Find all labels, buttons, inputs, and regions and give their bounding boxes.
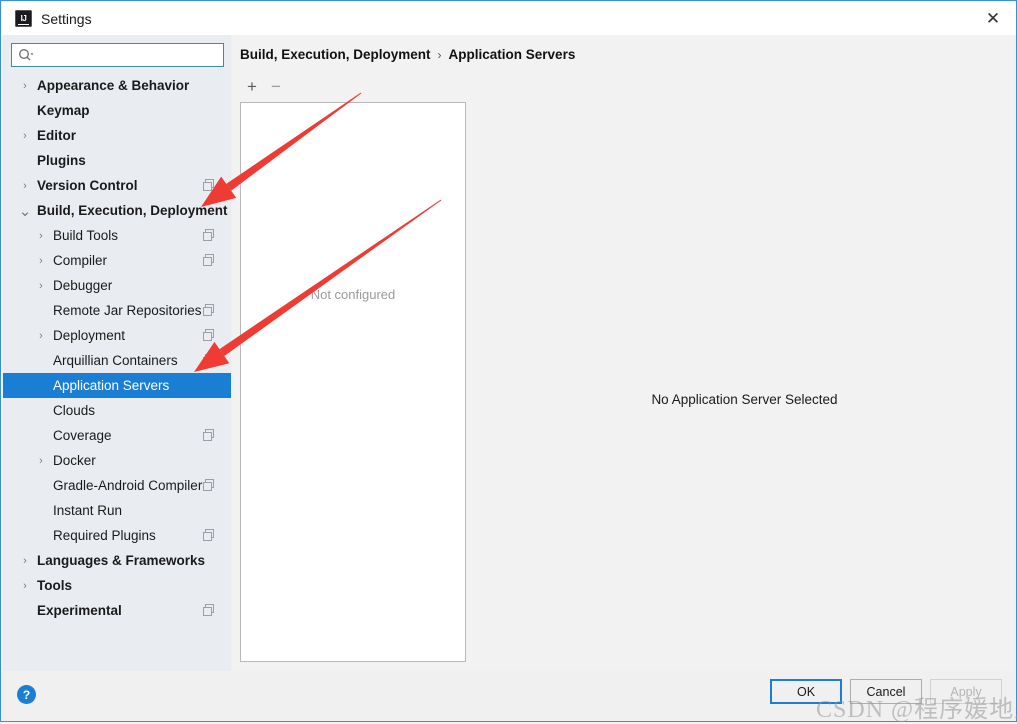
intellij-idea-icon bbox=[15, 10, 32, 27]
sidebar-item-label: Tools bbox=[37, 578, 72, 593]
settings-content: Build, Execution, Deployment › Applicati… bbox=[232, 35, 1014, 671]
sidebar-item-label: Docker bbox=[53, 453, 96, 468]
sidebar-item-label: Keymap bbox=[37, 103, 90, 118]
sidebar-item-appearance-behavior[interactable]: › Appearance & Behavior bbox=[3, 73, 231, 98]
sidebar-item-experimental[interactable]: Experimental bbox=[3, 598, 231, 623]
sidebar-item-instant-run[interactable]: Instant Run bbox=[3, 498, 231, 523]
sidebar-item-remote-jar-repositories[interactable]: Remote Jar Repositories bbox=[3, 298, 231, 323]
copy-settings-icon[interactable] bbox=[203, 179, 215, 191]
minus-icon[interactable]: − bbox=[264, 76, 288, 98]
sidebar-item-deployment[interactable]: › Deployment bbox=[3, 323, 231, 348]
sidebar-item-build-tools[interactable]: › Build Tools bbox=[3, 223, 231, 248]
server-list-empty-text: Not configured bbox=[310, 287, 396, 302]
help-icon[interactable]: ? bbox=[17, 685, 36, 704]
server-detail-pane: No Application Server Selected bbox=[475, 102, 1014, 659]
chevron-right-icon[interactable]: › bbox=[17, 173, 33, 198]
breadcrumb: Build, Execution, Deployment › Applicati… bbox=[240, 47, 575, 62]
sidebar-item-label: Remote Jar Repositories bbox=[53, 303, 202, 318]
copy-settings-icon[interactable] bbox=[203, 479, 215, 491]
sidebar-item-docker[interactable]: › Docker bbox=[3, 448, 231, 473]
sidebar-item-languages-frameworks[interactable]: › Languages & Frameworks bbox=[3, 548, 231, 573]
sidebar-item-debugger[interactable]: › Debugger bbox=[3, 273, 231, 298]
sidebar-item-arquillian-containers[interactable]: Arquillian Containers bbox=[3, 348, 231, 373]
sidebar-item-plugins[interactable]: Plugins bbox=[3, 148, 231, 173]
search-box[interactable] bbox=[11, 43, 224, 67]
chevron-right-icon[interactable]: › bbox=[33, 448, 49, 473]
sidebar-item-label: Deployment bbox=[53, 328, 126, 343]
sidebar-item-label: Arquillian Containers bbox=[53, 353, 178, 368]
sidebar-item-keymap[interactable]: Keymap bbox=[3, 98, 231, 123]
sidebar-item-application-servers[interactable]: Application Servers bbox=[3, 373, 231, 398]
dialog-footer: ? OK Cancel Apply bbox=[3, 671, 1014, 719]
sidebar-item-label: Build, Execution, Deployment bbox=[37, 203, 228, 218]
chevron-right-icon[interactable]: › bbox=[33, 248, 49, 273]
server-list-toolbar: + − bbox=[240, 76, 288, 98]
chevron-right-icon[interactable]: › bbox=[17, 73, 33, 98]
search-input[interactable] bbox=[37, 45, 223, 65]
application-server-list[interactable]: Not configured bbox=[240, 102, 466, 662]
plus-icon[interactable]: + bbox=[240, 76, 264, 98]
settings-window: Settings ✕ ›Appearance & BehaviorKeymap›… bbox=[0, 0, 1017, 723]
sidebar-item-label: Required Plugins bbox=[53, 528, 156, 543]
apply-button: Apply bbox=[930, 679, 1002, 704]
search-icon bbox=[15, 44, 37, 66]
chevron-right-icon[interactable]: › bbox=[17, 123, 33, 148]
title-bar: Settings ✕ bbox=[2, 2, 1016, 35]
dialog-button-row: OK Cancel Apply bbox=[770, 679, 1002, 704]
sidebar-item-label: Experimental bbox=[37, 603, 122, 618]
sidebar-item-label: Coverage bbox=[53, 428, 112, 443]
copy-settings-icon[interactable] bbox=[203, 254, 215, 266]
breadcrumb-current: Application Servers bbox=[448, 47, 576, 62]
sidebar-item-label: Instant Run bbox=[53, 503, 123, 518]
sidebar-item-label: Appearance & Behavior bbox=[37, 78, 190, 93]
sidebar-item-gradle-android-compiler[interactable]: Gradle-Android Compiler bbox=[3, 473, 231, 498]
sidebar-item-clouds[interactable]: Clouds bbox=[3, 398, 231, 423]
sidebar-item-label: Build Tools bbox=[53, 228, 119, 243]
copy-settings-icon[interactable] bbox=[203, 529, 215, 541]
sidebar-item-label: Compiler bbox=[53, 253, 108, 268]
close-icon[interactable]: ✕ bbox=[970, 2, 1016, 35]
sidebar-item-label: Clouds bbox=[53, 403, 96, 418]
sidebar-item-label: Plugins bbox=[37, 153, 86, 168]
breadcrumb-parent[interactable]: Build, Execution, Deployment bbox=[240, 47, 431, 62]
sidebar-item-build-execution-deployment[interactable]: ⌄ Build, Execution, Deployment bbox=[3, 198, 231, 223]
sidebar-item-compiler[interactable]: › Compiler bbox=[3, 248, 231, 273]
sidebar-item-label: Languages & Frameworks bbox=[37, 553, 206, 568]
copy-settings-icon[interactable] bbox=[203, 604, 215, 616]
cancel-button[interactable]: Cancel bbox=[850, 679, 922, 704]
settings-tree[interactable]: › Appearance & Behavior Keymap › Editor Plugi… bbox=[3, 73, 231, 671]
sidebar-item-label: Debugger bbox=[53, 278, 113, 293]
copy-settings-icon[interactable] bbox=[203, 354, 215, 366]
ok-button[interactable]: OK bbox=[770, 679, 842, 704]
sidebar-item-label: Application Servers bbox=[53, 378, 170, 393]
no-server-selected-text: No Application Server Selected bbox=[651, 392, 838, 407]
chevron-right-icon[interactable]: › bbox=[33, 323, 49, 348]
chevron-right-icon[interactable]: › bbox=[33, 273, 49, 298]
sidebar-item-editor[interactable]: › Editor bbox=[3, 123, 231, 148]
chevron-right-icon: › bbox=[437, 47, 442, 62]
copy-settings-icon[interactable] bbox=[203, 229, 215, 241]
settings-sidebar: › Appearance & Behavior Keymap › Editor Plugi… bbox=[3, 35, 231, 673]
chevron-right-icon[interactable]: › bbox=[33, 223, 49, 248]
sidebar-item-coverage[interactable]: Coverage bbox=[3, 423, 231, 448]
sidebar-item-label: Editor bbox=[37, 128, 76, 143]
chevron-right-icon[interactable]: › bbox=[17, 573, 33, 598]
sidebar-item-label: Gradle-Android Compiler bbox=[53, 478, 203, 493]
chevron-down-icon[interactable]: ⌄ bbox=[17, 198, 33, 223]
sidebar-item-required-plugins[interactable]: Required Plugins bbox=[3, 523, 231, 548]
sidebar-item-tools[interactable]: › Tools bbox=[3, 573, 231, 598]
window-title: Settings bbox=[41, 10, 92, 27]
copy-settings-icon[interactable] bbox=[203, 429, 215, 441]
copy-settings-icon[interactable] bbox=[203, 329, 215, 341]
sidebar-item-version-control[interactable]: › Version Control bbox=[3, 173, 231, 198]
copy-settings-icon[interactable] bbox=[203, 304, 215, 316]
chevron-right-icon[interactable]: › bbox=[17, 548, 33, 573]
sidebar-item-label: Version Control bbox=[37, 178, 138, 193]
